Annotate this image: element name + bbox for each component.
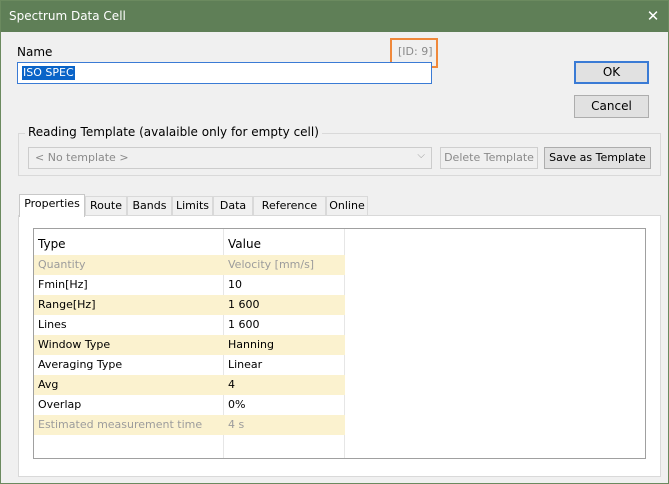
template-select-value: < No template >: [35, 151, 129, 164]
template-group-label: Reading Template (avalaible only for emp…: [25, 125, 322, 139]
row-value-cell[interactable]: 10: [228, 278, 242, 291]
row-type-cell: Window Type: [38, 338, 111, 351]
type-column-header[interactable]: Type: [38, 237, 66, 251]
delete-template-button[interactable]: Delete Template: [440, 147, 538, 169]
row-type-cell: Lines: [38, 318, 67, 331]
row-value-cell[interactable]: 1 600: [228, 298, 260, 311]
table-row[interactable]: Averaging Type Linear: [34, 355, 345, 375]
value-column-header[interactable]: Value: [228, 237, 261, 251]
properties-grid[interactable]: Type Value Quantity Velocity [mm/s] Fmin…: [33, 228, 646, 459]
chevron-down-icon: ⌵: [417, 150, 425, 161]
row-type-cell: Overlap: [38, 398, 82, 411]
row-type-cell: Avg: [38, 378, 59, 391]
name-field[interactable]: ISO SPEC: [17, 62, 432, 84]
save-as-template-button[interactable]: Save as Template: [544, 147, 651, 169]
row-type-cell: Quantity: [38, 258, 86, 271]
empty-row: [34, 435, 345, 455]
tab-properties[interactable]: Properties: [19, 194, 85, 217]
table-row[interactable]: Avg 4: [34, 375, 345, 395]
row-value-cell[interactable]: 0%: [228, 398, 245, 411]
row-type-cell: Estimated measurement time: [38, 418, 203, 431]
row-value-cell[interactable]: Velocity [mm/s]: [228, 258, 314, 271]
row-value-cell[interactable]: 1 600: [228, 318, 260, 331]
row-value-cell[interactable]: 4 s: [228, 418, 244, 431]
tab-online[interactable]: Online: [326, 196, 368, 215]
row-type-cell: Averaging Type: [38, 358, 123, 371]
table-row[interactable]: Range[Hz] 1 600: [34, 295, 345, 315]
ok-button[interactable]: OK: [574, 61, 649, 84]
row-value-cell[interactable]: 4: [228, 378, 235, 391]
tab-limits[interactable]: Limits: [172, 196, 213, 215]
table-row[interactable]: Lines 1 600: [34, 315, 345, 335]
window-title: Spectrum Data Cell: [9, 9, 126, 23]
row-value-cell[interactable]: Hanning: [228, 338, 274, 351]
name-label: Name: [17, 45, 53, 59]
table-row[interactable]: Fmin[Hz] 10: [34, 275, 345, 295]
tab-route[interactable]: Route: [85, 196, 127, 215]
template-select[interactable]: < No template > ⌵: [28, 147, 432, 169]
tab-data[interactable]: Data: [213, 196, 253, 215]
table-row[interactable]: Estimated measurement time 4 s: [34, 415, 345, 435]
title-bar[interactable]: Spectrum Data Cell ✕: [1, 1, 668, 32]
name-field-value: ISO SPEC: [22, 66, 75, 80]
dialog-window: Spectrum Data Cell ✕ Name [ID: 9] ISO SP…: [0, 0, 669, 484]
table-row[interactable]: Overlap 0%: [34, 395, 345, 415]
row-type-cell: Fmin[Hz]: [38, 278, 88, 291]
table-row[interactable]: Quantity Velocity [mm/s]: [34, 255, 345, 275]
cancel-button[interactable]: Cancel: [574, 95, 649, 118]
row-type-cell: Range[Hz]: [38, 298, 96, 311]
cell-id-label: [ID: 9]: [398, 45, 433, 58]
row-value-cell[interactable]: Linear: [228, 358, 262, 371]
table-row[interactable]: Window Type Hanning: [34, 335, 345, 355]
grid-header-row: Type Value: [34, 232, 345, 252]
tab-reference[interactable]: Reference: [253, 196, 326, 215]
tab-bands[interactable]: Bands: [127, 196, 172, 215]
close-icon[interactable]: ✕: [642, 6, 664, 26]
